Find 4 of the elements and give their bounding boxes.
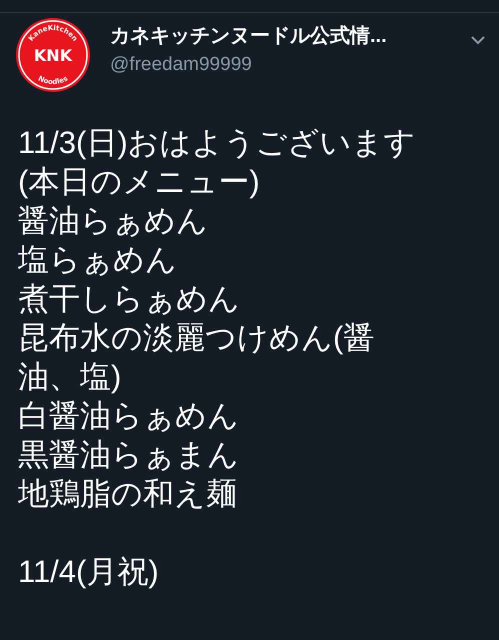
- tweet-text: 11/3(日)おはようございます (本日のメニュー) 醤油らぁめん 塩らぁめん 煮干しらぁめん 昆布水の淡麗つけめん(醤 油、塩) 白醤油らぁめん 黒醤油らぁまん 地鶏脂の和え麺 11/4(月祝): [17, 124, 417, 591]
- chevron-down-icon[interactable]: [471, 36, 485, 45]
- author-handle[interactable]: @freedam99999: [110, 51, 471, 79]
- author-name[interactable]: カネキッチンヌードル公式情...: [110, 22, 471, 50]
